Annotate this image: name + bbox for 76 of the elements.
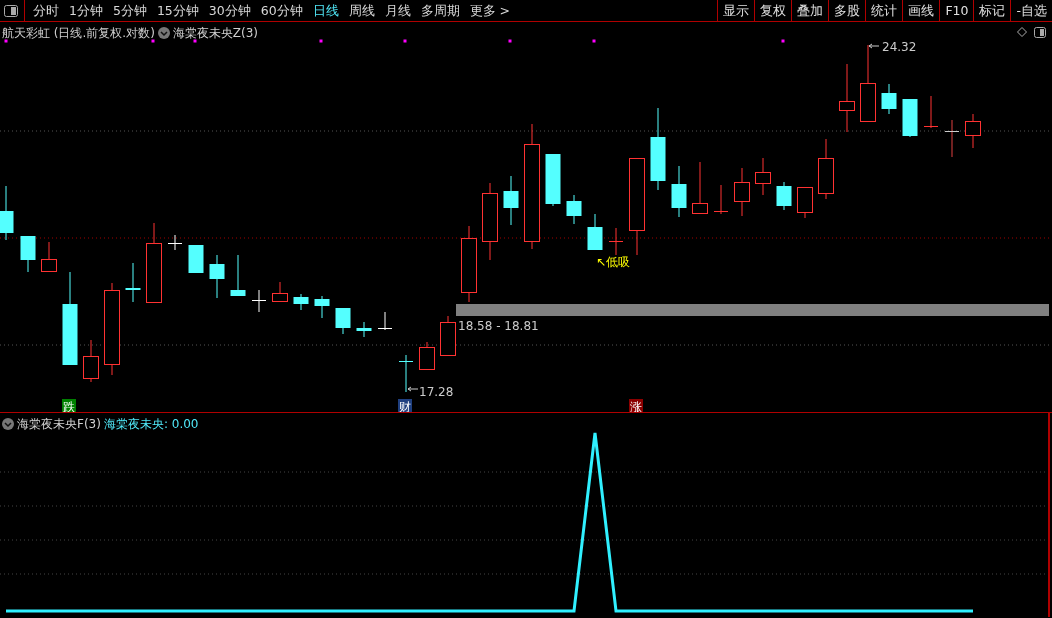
signal-tag: 涨 xyxy=(629,399,643,412)
period-tab[interactable]: 月线 xyxy=(379,0,416,21)
panel-toggle-icon[interactable] xyxy=(4,4,18,17)
period-tab[interactable]: 日线 xyxy=(307,0,344,21)
stock-title: 航天彩虹 (日线.前复权.对数) xyxy=(2,25,155,42)
toolbar-button[interactable]: 统计 xyxy=(865,0,903,21)
period-tab[interactable]: 30分钟 xyxy=(203,0,256,21)
candlestick xyxy=(272,281,288,302)
period-tab[interactable]: 15分钟 xyxy=(151,0,204,21)
candlestick xyxy=(188,244,204,274)
candlestick xyxy=(20,235,36,273)
candlestick xyxy=(356,321,372,338)
candlestick xyxy=(419,341,435,370)
candlestick xyxy=(776,181,792,211)
toolbar-button[interactable]: 画线 xyxy=(902,0,940,21)
candlestick xyxy=(503,175,519,226)
candlestick xyxy=(209,254,225,299)
candlestick xyxy=(377,311,393,331)
dropdown-icon[interactable] xyxy=(2,418,14,430)
toolbar-button[interactable]: 显示 xyxy=(717,0,755,21)
candlestick xyxy=(902,98,918,138)
high-price-label: 24.32 xyxy=(882,40,917,54)
toolbar-button[interactable]: 复权 xyxy=(754,0,792,21)
candlestick xyxy=(797,186,813,219)
candlestick xyxy=(398,354,414,393)
candlestick xyxy=(125,262,141,303)
candlestick xyxy=(167,234,183,251)
toolbar-button[interactable]: 叠加 xyxy=(791,0,829,21)
candlestick xyxy=(713,184,729,215)
indicator-reading: 海棠夜未央: 0.00 xyxy=(103,416,199,433)
signal-tag: 财 xyxy=(398,399,412,412)
period-tab[interactable]: 5分钟 xyxy=(107,0,152,21)
candlestick xyxy=(566,194,582,225)
candlestick xyxy=(608,227,624,256)
candlestick xyxy=(923,95,939,129)
leader-arrow xyxy=(868,43,880,49)
period-tab[interactable]: 分时 xyxy=(28,0,64,21)
indicator-name[interactable]: 海棠夜未央Z(3) xyxy=(172,24,259,42)
candlestick xyxy=(314,295,330,319)
candlestick xyxy=(965,113,981,149)
candlestick xyxy=(545,153,561,207)
period-tab[interactable]: 60分钟 xyxy=(255,0,308,21)
candlestick xyxy=(818,138,834,200)
candlestick xyxy=(587,213,603,251)
candlestick xyxy=(881,83,897,115)
candlestick xyxy=(671,165,687,218)
candlestick xyxy=(293,293,309,311)
price-range-label: 18.58 - 18.81 xyxy=(458,319,539,333)
period-tab[interactable]: 多周期 xyxy=(415,0,465,21)
candlestick xyxy=(839,63,855,133)
candlestick xyxy=(755,157,771,196)
panel-toggle-icon[interactable] xyxy=(1034,27,1046,38)
low-price-label: 17.28 xyxy=(419,385,454,399)
candlestick xyxy=(230,254,246,297)
leader-arrow xyxy=(407,386,419,392)
candlestick xyxy=(41,241,57,272)
candlestick xyxy=(251,289,267,313)
signal-tag: 跌 xyxy=(62,399,76,412)
toolbar-button[interactable]: -自选 xyxy=(1010,0,1052,21)
candlestick xyxy=(944,119,960,158)
candlestick xyxy=(83,339,99,383)
candlestick xyxy=(440,315,456,356)
candlestick xyxy=(734,167,750,217)
diamond-icon[interactable] xyxy=(1017,27,1027,37)
period-tab[interactable]: 周线 xyxy=(343,0,380,21)
period-tab[interactable]: 更多 > xyxy=(464,0,516,21)
toolbar-button[interactable]: F10 xyxy=(939,0,974,21)
candlestick xyxy=(335,307,351,335)
toolbar-button[interactable]: 多股 xyxy=(828,0,866,21)
toolbar-button[interactable]: 标记 xyxy=(973,0,1011,21)
candlestick xyxy=(0,185,14,241)
period-tab[interactable]: 1分钟 xyxy=(64,0,108,21)
dropdown-icon[interactable] xyxy=(157,27,170,39)
signal-label: ↖低吸 xyxy=(596,255,631,269)
indicator-name[interactable]: 海棠夜未央F(3) xyxy=(17,415,101,433)
candlestick xyxy=(692,161,708,214)
